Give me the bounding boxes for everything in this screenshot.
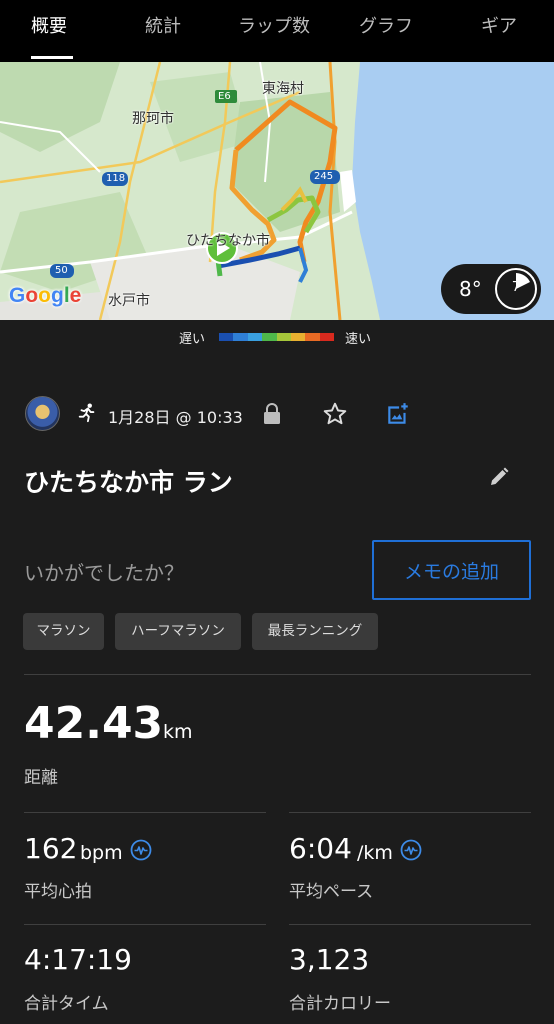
speed-color-segment (305, 333, 320, 341)
weather-temperature: 8° (459, 277, 482, 301)
calories-label: 合計カロリー (289, 994, 391, 1014)
tab-stats[interactable]: 統計 (145, 12, 181, 38)
tab-bar: 概要 統計 ラップ数 グラフ ギア (0, 0, 554, 62)
feeling-prompt: いかがでしたか？ (24, 561, 184, 585)
speed-color-segment (319, 333, 334, 341)
add-photo-icon[interactable] (385, 401, 411, 427)
speed-gradient-bar (219, 333, 334, 341)
road-shield-e6: E6 (218, 91, 231, 102)
road-shield-245: 245 (314, 171, 334, 182)
avg-pace-value: 6:04 (289, 832, 352, 865)
avg-pace-unit: /km (357, 842, 393, 864)
stat-divider-left (24, 812, 266, 813)
map-label-hitachinaka: ひたちなか市 (186, 233, 270, 249)
avg-hr-label: 平均心拍 (24, 882, 92, 902)
map-label-naka: 那珂市 (132, 111, 174, 127)
stat-divider-left-2 (24, 924, 266, 925)
tab-graphs[interactable]: グラフ (359, 12, 413, 38)
avg-hr-unit: bpm (80, 842, 123, 864)
map-label-mito: 水戸市 (108, 293, 150, 309)
lock-icon[interactable] (262, 403, 282, 425)
avg-hr-value: 162 (24, 832, 78, 865)
distance-label: 距離 (24, 768, 58, 788)
avg-pace-label: 平均ペース (289, 882, 374, 902)
speed-color-segment (290, 333, 306, 341)
weather-badge[interactable]: 8° 7 (441, 264, 541, 314)
running-person-icon (78, 403, 95, 423)
heart-rate-icon[interactable] (130, 839, 152, 861)
tab-gear[interactable]: ギア (481, 12, 517, 38)
pencil-icon[interactable] (487, 465, 511, 489)
total-time-label: 合計タイム (24, 994, 109, 1014)
add-memo-button[interactable]: メモの追加 (372, 540, 531, 600)
stat-divider-right-2 (289, 924, 531, 925)
stat-divider-right (289, 812, 531, 813)
section-divider (24, 674, 531, 675)
speed-color-segment (219, 333, 234, 341)
speed-legend: 遅い 速い (0, 320, 554, 352)
distance-unit: km (163, 721, 193, 743)
distance-value: 42.43 (24, 698, 164, 749)
tag-longest-run[interactable]: 最長ランニング (252, 613, 378, 650)
pace-info-icon[interactable] (400, 839, 422, 861)
calories-value: 3,123 (289, 943, 370, 976)
active-tab-indicator (31, 56, 73, 59)
tag-half-marathon[interactable]: ハーフマラソン (115, 613, 241, 650)
speed-legend-slow: 遅い (179, 332, 206, 347)
route-map[interactable]: 東海村 那珂市 ひたちなか市 水戸市 E6 118 245 50 Google … (0, 62, 554, 320)
total-time-value: 4:17:19 (24, 943, 132, 976)
google-logo: Google (9, 284, 82, 307)
star-icon[interactable] (322, 401, 348, 427)
speed-color-segment (233, 333, 248, 341)
speed-color-segment (276, 333, 291, 341)
speed-color-segment (247, 333, 263, 341)
activity-title: ひたちなか市 ラン (24, 468, 233, 497)
tab-laps[interactable]: ラップ数 (238, 12, 310, 38)
tag-marathon[interactable]: マラソン (23, 613, 104, 650)
avatar[interactable] (25, 396, 60, 431)
speed-legend-fast: 速い (345, 332, 372, 347)
road-shield-50: 50 (55, 265, 68, 276)
tab-overview[interactable]: 概要 (31, 12, 67, 38)
activity-date: 1月28日 @ 10:33 (108, 408, 243, 427)
map-label-tokai: 東海村 (262, 81, 304, 97)
road-shield-118: 118 (106, 173, 126, 184)
speed-color-segment (262, 333, 277, 341)
weather-dial-value: 7 (511, 280, 521, 295)
weather-dial-icon: 7 (495, 268, 537, 310)
